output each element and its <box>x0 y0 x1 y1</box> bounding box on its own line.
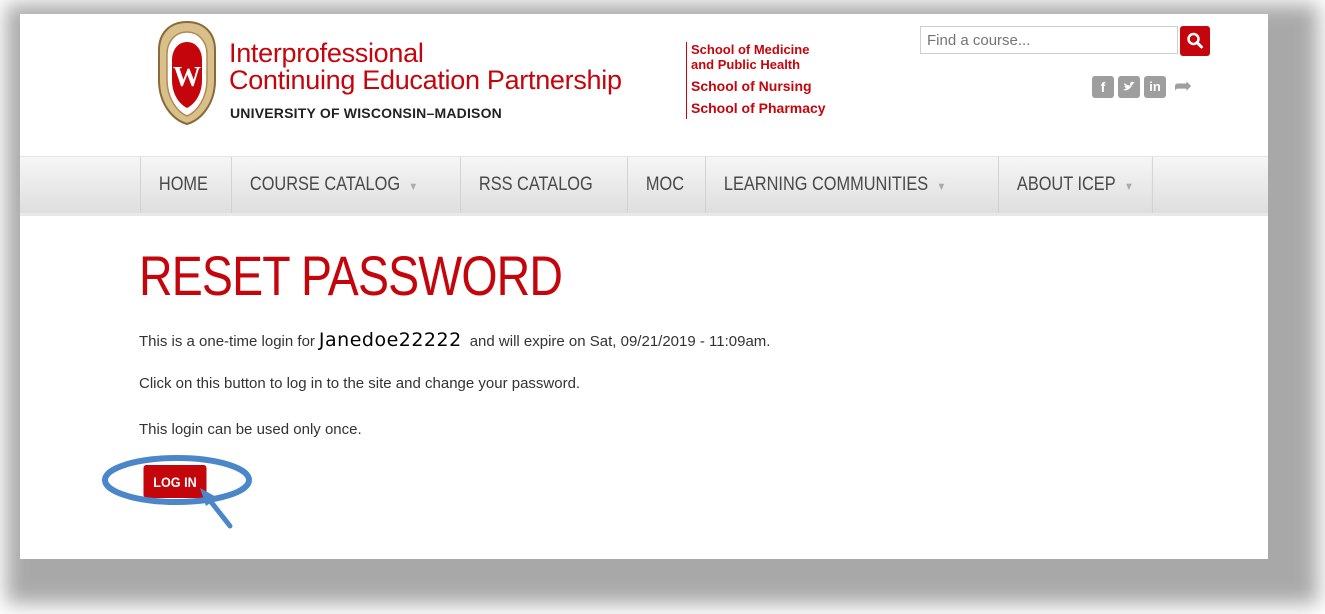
main-nav: HOME COURSE CATALOG ▼ RSS CATALOG MOC LEARNIN… <box>20 156 1268 216</box>
login-text-before: This is a one-time login for <box>139 333 315 350</box>
nav-item-label: MOC <box>645 174 684 195</box>
login-text-after: and will expire on Sat, 09/21/2019 - 11:… <box>469 333 771 350</box>
caret-down-icon: ▼ <box>936 181 947 193</box>
nav-item-label: ABOUT ICEP <box>1016 174 1116 195</box>
linkedin-icon[interactable]: in <box>1144 76 1166 98</box>
brand-title: Interprofessional Continuing Education P… <box>229 40 622 94</box>
uw-crest-logo: W <box>158 20 216 126</box>
brand-line-1: Interprofessional <box>229 38 424 68</box>
nav-item-label: COURSE CATALOG <box>249 174 401 195</box>
course-search-input[interactable] <box>920 26 1178 54</box>
nav-item-moc[interactable]: MOC <box>626 157 702 213</box>
school-medicine-2: and Public Health <box>691 57 801 72</box>
username: Janedoe22222 <box>318 329 462 351</box>
twitter-bird-icon <box>1123 81 1135 91</box>
caret-down-icon: ▼ <box>1123 181 1134 193</box>
log-in-button[interactable]: LOG IN <box>143 465 207 498</box>
school-nursing: School of Nursing <box>691 78 812 94</box>
share-icon[interactable]: ➦ <box>1170 75 1196 98</box>
social-icons: f in ➦ <box>1092 75 1196 98</box>
instructions-text: Click on this button to log in to the si… <box>139 375 581 392</box>
university-name: UNIVERSITY OF WISCONSIN–MADISON <box>230 105 502 121</box>
page-title: RESET PASSWORD <box>139 244 563 307</box>
search-icon <box>1187 32 1203 49</box>
brand-line-2: Continuing Education Partnership <box>229 65 622 95</box>
twitter-icon[interactable] <box>1118 76 1140 98</box>
annotation-highlight <box>102 455 252 529</box>
nav-item-label: LEARNING COMMUNITIES <box>724 174 929 195</box>
school-pharmacy: School of Pharmacy <box>691 100 826 116</box>
facebook-icon[interactable]: f <box>1092 76 1114 98</box>
nav-item-label: HOME <box>158 174 208 195</box>
nav-item-about-icep[interactable]: ABOUT ICEP ▼ <box>997 157 1152 213</box>
caret-down-icon: ▼ <box>408 181 418 193</box>
nav-item-label: RSS CATALOG <box>479 174 594 195</box>
search-button[interactable] <box>1180 26 1210 56</box>
nav-item-course-catalog[interactable]: COURSE CATALOG ▼ <box>231 157 436 213</box>
nav-item-home[interactable]: HOME <box>140 157 226 213</box>
school-medicine: School of Medicine <box>691 42 810 57</box>
one-time-login-text: This is a one-time login for Janedoe22222… <box>139 329 770 351</box>
single-use-text: This login can be used only once. <box>139 421 362 438</box>
pointer-arrow-shaft <box>205 495 233 529</box>
svg-text:W: W <box>173 62 201 93</box>
nav-item-rss-catalog[interactable]: RSS CATALOG <box>460 157 611 213</box>
nav-list: HOME COURSE CATALOG ▼ RSS CATALOG MOC LEARNIN… <box>140 157 1168 213</box>
page-card: W Interprofessional Continuing Education… <box>20 14 1268 559</box>
schools-list: School of Medicine and Public Health Sch… <box>686 42 861 119</box>
nav-item-learning-communities[interactable]: LEARNING COMMUNITIES ▼ <box>705 157 964 213</box>
